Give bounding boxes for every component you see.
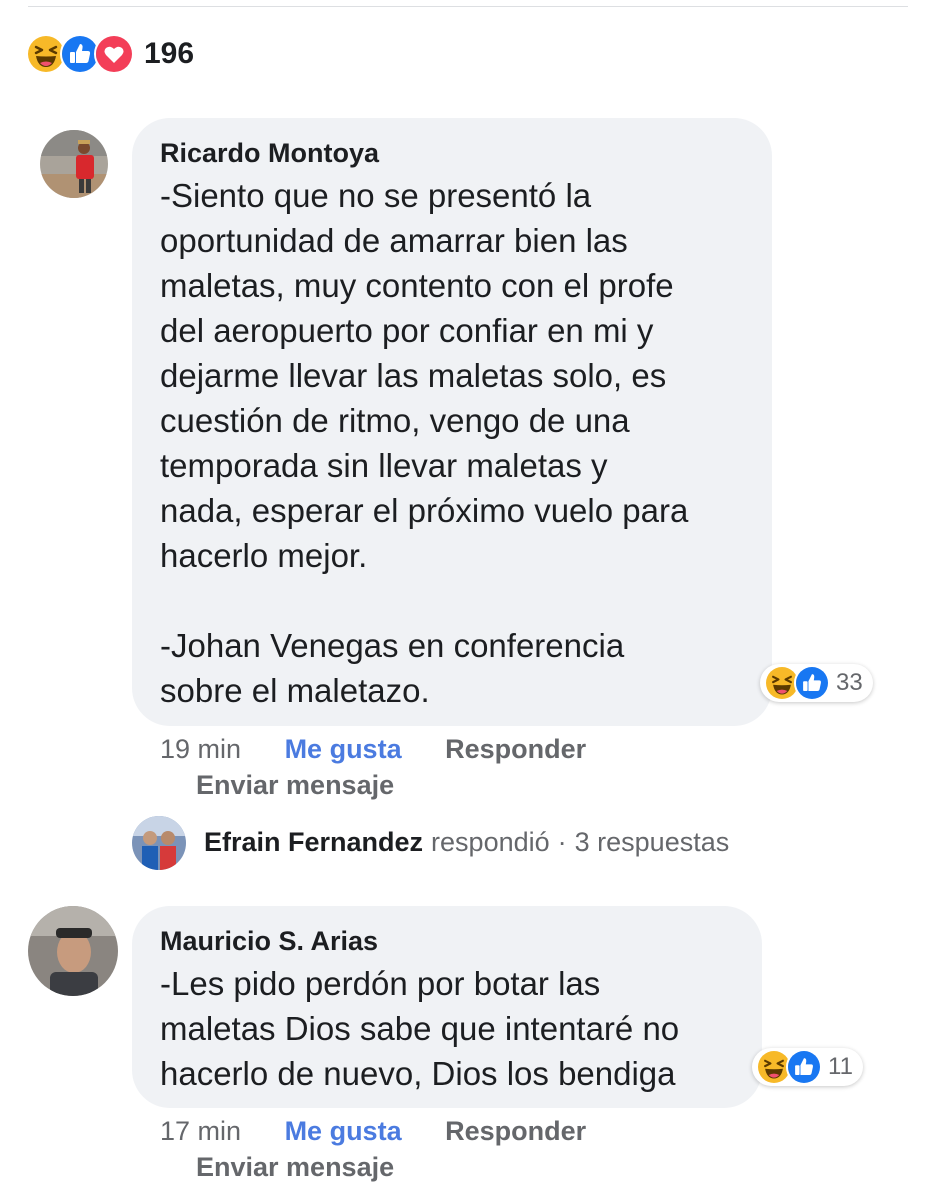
reply-separator: · (557, 826, 567, 857)
send-message-button[interactable]: Enviar mensaje (196, 770, 394, 801)
comment-text: -Siento que no se presentó la oportunida… (160, 177, 689, 709)
like-button[interactable]: Me gusta (285, 1116, 402, 1146)
reaction-count: 196 (144, 37, 195, 70)
comment-reaction-count: 11 (828, 1053, 853, 1080)
avatar-efrain-fernandez[interactable] (132, 816, 186, 870)
comment-time[interactable]: 19 min (160, 734, 241, 764)
replies-summary[interactable]: Efrain Fernandez respondió · 3 respuesta… (204, 824, 729, 860)
like-reaction-icon (786, 1049, 822, 1085)
reply-button[interactable]: Responder (445, 1116, 586, 1146)
love-reaction-icon (94, 34, 134, 74)
post-reactions-summary[interactable]: 196 (26, 32, 194, 76)
comment-reactions-1[interactable]: 33 (760, 664, 873, 702)
comment-reaction-count: 33 (836, 669, 863, 696)
avatar-mauricio-s-arias[interactable] (28, 906, 118, 996)
reply-count: 3 respuestas (574, 826, 730, 857)
like-button[interactable]: Me gusta (285, 734, 402, 764)
comment-bubble-1[interactable]: Ricardo Montoya -Siento que no se presen… (132, 118, 772, 726)
comment-author[interactable]: Mauricio S. Arias (160, 926, 734, 957)
reaction-icons (26, 34, 134, 74)
top-divider (28, 6, 908, 7)
comment-text: -Les pido perdón por botar las maletas D… (160, 965, 680, 1092)
comment-reactions-2[interactable]: 11 (752, 1048, 863, 1086)
comment-actions-2: 17 min Me gusta Responder (160, 1116, 622, 1147)
comment-bubble-2[interactable]: Mauricio S. Arias -Les pido perdón por b… (132, 906, 762, 1108)
reply-action: respondió (431, 826, 550, 857)
reply-button[interactable]: Responder (445, 734, 586, 764)
avatar-ricardo-montoya[interactable] (40, 130, 108, 198)
comment-author[interactable]: Ricardo Montoya (160, 138, 744, 169)
comment-time[interactable]: 17 min (160, 1116, 241, 1146)
comment-actions-1: 19 min Me gusta Responder (160, 734, 622, 765)
like-reaction-icon (794, 665, 830, 701)
send-message-button[interactable]: Enviar mensaje (196, 1152, 394, 1183)
reply-author: Efrain Fernandez (204, 826, 424, 857)
